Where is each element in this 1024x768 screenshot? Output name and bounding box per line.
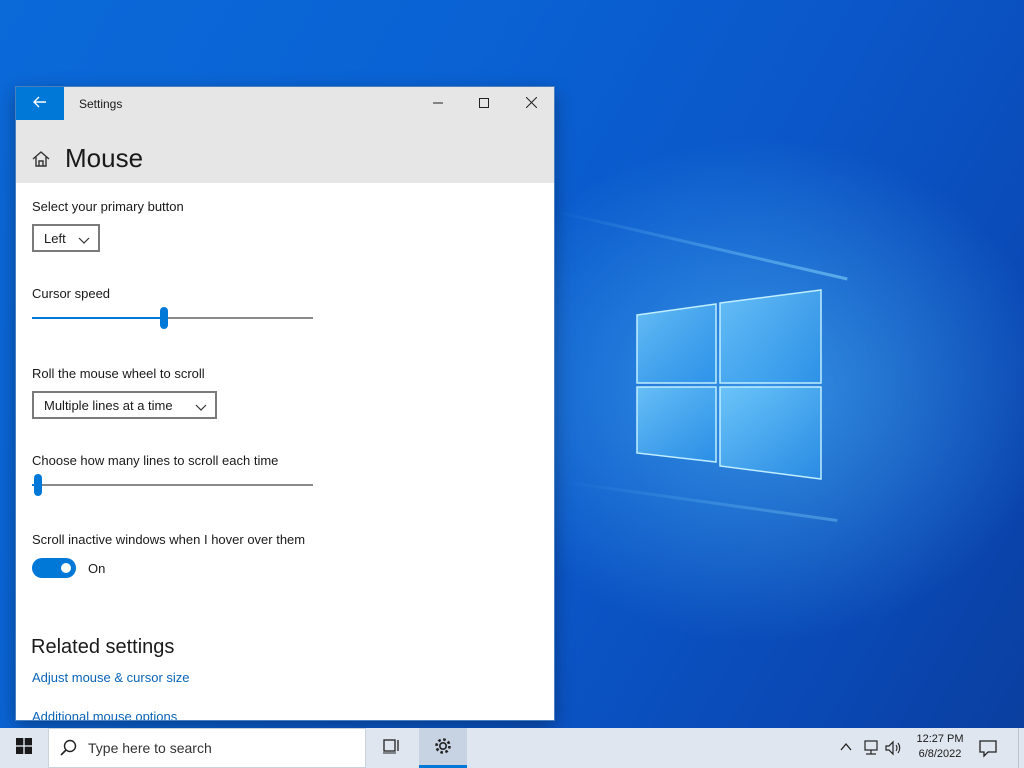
notification-icon[interactable] [978, 738, 998, 763]
taskbar: Type here to search 12:27 PM 6/8/2022 [0, 728, 1024, 768]
lines-to-scroll-thumb[interactable] [34, 474, 42, 496]
inactive-scroll-state: On [88, 561, 106, 576]
chevron-up-icon[interactable] [840, 740, 852, 759]
task-view-button[interactable] [368, 728, 416, 768]
cursor-speed-thumb[interactable] [160, 307, 168, 329]
clock-time: 12:27 PM [916, 733, 964, 745]
search-placeholder: Type here to search [88, 740, 212, 756]
primary-button-dropdown[interactable]: Left [32, 224, 100, 252]
settings-window: Settings Mouse Select your primary butto… [16, 87, 554, 720]
inactive-scroll-label: Scroll inactive windows when I hover ove… [32, 532, 306, 547]
wheel-scroll-label: Roll the mouse wheel to scroll [32, 366, 205, 381]
window-title: Settings [79, 97, 123, 111]
windows-start-icon [16, 737, 32, 759]
taskbar-clock[interactable]: 12:27 PM 6/8/2022 [912, 732, 968, 762]
minimize-icon [433, 95, 443, 113]
primary-button-value: Left [44, 230, 66, 246]
search-icon [60, 739, 78, 762]
home-icon[interactable] [31, 149, 51, 174]
toggle-knob [61, 563, 71, 573]
cursor-speed-slider[interactable] [32, 307, 313, 329]
close-icon [525, 95, 537, 113]
gear-icon [433, 736, 453, 761]
back-button[interactable] [16, 87, 64, 120]
page-title: Mouse [65, 143, 144, 173]
task-view-icon [383, 738, 401, 759]
lines-to-scroll-slider[interactable] [32, 474, 313, 496]
chevron-down-icon [78, 233, 90, 248]
cursor-speed-label: Cursor speed [32, 286, 111, 301]
maximize-icon [479, 95, 489, 113]
taskbar-settings-app[interactable] [419, 728, 467, 768]
close-button[interactable] [508, 87, 554, 120]
maximize-button[interactable] [461, 87, 507, 120]
inactive-scroll-toggle[interactable] [32, 558, 76, 578]
chevron-down-icon [195, 400, 207, 415]
show-desktop-button[interactable] [1018, 728, 1024, 768]
wheel-scroll-dropdown[interactable]: Multiple lines at a time [32, 391, 217, 419]
minimize-button[interactable] [415, 87, 461, 120]
wheel-scroll-value: Multiple lines at a time [44, 397, 173, 413]
additional-mouse-options-link[interactable]: Additional mouse options [32, 709, 177, 720]
network-icon[interactable] [862, 740, 880, 761]
lines-to-scroll-label: Choose how many lines to scroll each tim… [32, 453, 279, 468]
clock-date: 6/8/2022 [918, 748, 962, 760]
adjust-mouse-cursor-size-link[interactable]: Adjust mouse & cursor size [32, 670, 190, 685]
cursor-speed-fill [32, 317, 164, 319]
title-bar: Settings [16, 87, 554, 120]
primary-button-label: Select your primary button [32, 199, 184, 214]
windows-logo-wallpaper [600, 270, 860, 500]
volume-icon[interactable] [885, 740, 903, 761]
start-button[interactable] [0, 728, 48, 768]
back-arrow-icon [33, 95, 47, 113]
related-settings-heading: Related settings [31, 636, 175, 658]
taskbar-search-box[interactable]: Type here to search [48, 728, 366, 768]
